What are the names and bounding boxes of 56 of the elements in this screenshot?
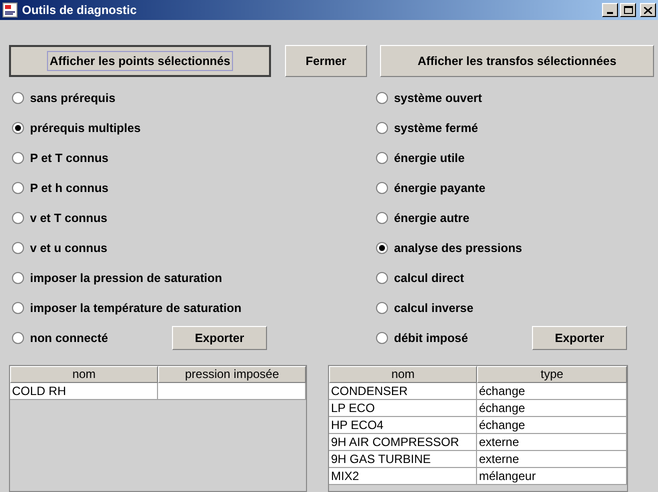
radio-button[interactable] <box>12 272 24 284</box>
radio-button[interactable] <box>12 152 24 164</box>
column-header[interactable]: nom <box>10 366 158 383</box>
window-title: Outils de diagnostic <box>22 2 137 19</box>
table-cell: COLD RH <box>10 383 158 400</box>
minimize-icon <box>607 12 613 14</box>
radio-button[interactable] <box>12 122 24 134</box>
action-button[interactable]: Afficher les points sélectionnés <box>9 45 271 77</box>
app-icon <box>2 2 18 18</box>
radio-option[interactable]: prérequis multiples <box>12 119 141 137</box>
radio-button[interactable] <box>376 212 388 224</box>
radio-option[interactable]: système ouvert <box>376 89 482 107</box>
radio-button[interactable] <box>376 92 388 104</box>
radio-button[interactable] <box>376 182 388 194</box>
radio-option[interactable]: système fermé <box>376 119 478 137</box>
column-header[interactable]: nom <box>329 366 477 383</box>
radio-option[interactable]: P et T connus <box>12 149 108 167</box>
radio-button[interactable] <box>376 332 388 344</box>
radio-option[interactable]: calcul inverse <box>376 299 474 317</box>
radio-option[interactable]: énergie payante <box>376 179 486 197</box>
radio-option[interactable]: imposer la température de saturation <box>12 299 242 317</box>
radio-button[interactable] <box>12 302 24 314</box>
column-header[interactable]: pression imposée <box>158 366 306 383</box>
table-cell: MIX2 <box>329 468 477 485</box>
radio-option[interactable]: énergie autre <box>376 209 470 227</box>
radio-option[interactable]: débit imposé <box>376 329 468 347</box>
radio-option[interactable]: P et h connus <box>12 179 108 197</box>
radio-button[interactable] <box>376 152 388 164</box>
action-button[interactable]: Fermer <box>285 45 367 77</box>
radio-option[interactable]: analyse des pressions <box>376 239 522 257</box>
radio-option[interactable]: imposer la pression de saturation <box>12 269 222 287</box>
close-button[interactable] <box>640 3 656 17</box>
close-icon <box>644 6 652 14</box>
export-button[interactable]: Exporter <box>532 326 628 350</box>
radio-option[interactable]: v et T connus <box>12 209 108 227</box>
radio-button[interactable] <box>12 92 24 104</box>
table-cell: mélangeur <box>477 468 627 485</box>
radio-button[interactable] <box>12 332 24 344</box>
maximize-icon <box>624 6 632 14</box>
radio-button[interactable] <box>376 272 388 284</box>
maximize-button[interactable] <box>620 3 636 17</box>
radio-button[interactable] <box>376 122 388 134</box>
radio-button[interactable] <box>376 242 388 254</box>
export-button[interactable]: Exporter <box>172 326 268 350</box>
radio-button[interactable] <box>376 302 388 314</box>
radio-option[interactable]: sans prérequis <box>12 89 116 107</box>
radio-option[interactable]: v et u connus <box>12 239 108 257</box>
radio-button[interactable] <box>12 212 24 224</box>
radio-option[interactable]: non connecté <box>12 329 108 347</box>
radio-button[interactable] <box>12 242 24 254</box>
minimize-button[interactable] <box>602 3 618 17</box>
action-button[interactable]: Afficher les transfos sélectionnées <box>380 45 654 77</box>
radio-option[interactable]: calcul direct <box>376 269 464 287</box>
radio-option[interactable]: énergie utile <box>376 149 465 167</box>
radio-button[interactable] <box>12 182 24 194</box>
column-header[interactable]: type <box>477 366 627 383</box>
